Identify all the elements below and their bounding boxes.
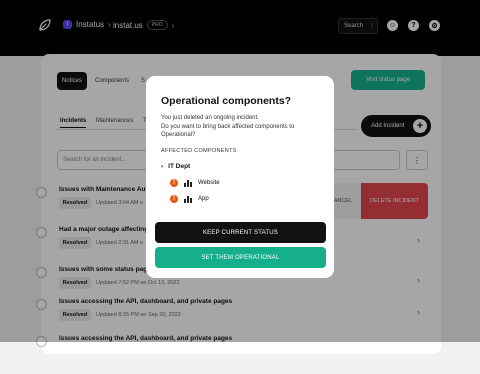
- bar-chart-icon: [184, 195, 192, 203]
- chevron-right-icon: ›: [161, 163, 164, 170]
- section-label: AFFECTED COMPONENTS: [161, 148, 237, 154]
- component-name: App: [198, 196, 209, 202]
- warning-icon: !: [170, 179, 178, 187]
- warning-icon: !: [170, 195, 178, 203]
- component-name: Website: [198, 180, 220, 186]
- component-group[interactable]: › IT Dept: [161, 163, 190, 170]
- keep-current-status-button[interactable]: KEEP CURRENT STATUS: [155, 222, 326, 243]
- dialog-title: Operational components?: [161, 95, 292, 107]
- set-operational-button[interactable]: SET THEM OPERATIONAL: [155, 247, 326, 268]
- dialog-line-1: You just deleted an ongoing incident.: [161, 115, 259, 121]
- dialog-description: You just deleted an ongoing incident. Do…: [161, 114, 321, 140]
- component-item: ! App: [170, 195, 209, 203]
- bar-chart-icon: [184, 179, 192, 187]
- component-item: ! Website: [170, 179, 220, 187]
- group-name: IT Dept: [168, 163, 191, 170]
- operational-components-dialog: Operational components? You just deleted…: [146, 76, 334, 278]
- dialog-line-2: Do you want to bring back affected compo…: [161, 123, 295, 139]
